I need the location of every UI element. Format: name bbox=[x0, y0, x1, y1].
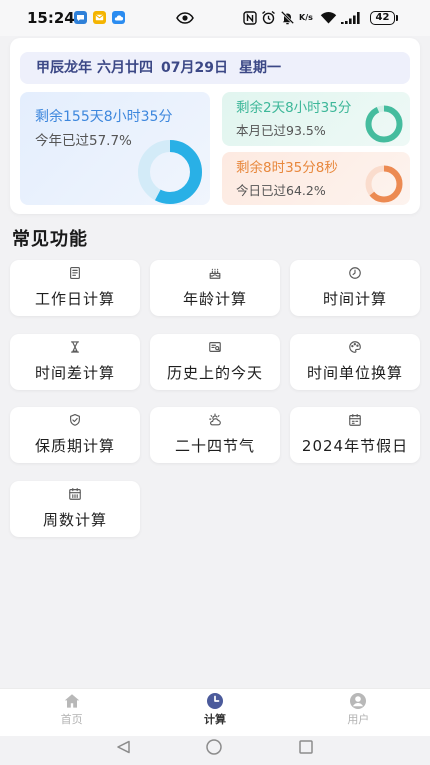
calendar-search-icon bbox=[209, 341, 221, 352]
function-label: 保质期计算 bbox=[34, 437, 115, 455]
wifi-icon bbox=[320, 12, 337, 24]
month-ring-arc bbox=[365, 105, 403, 143]
function-grid: 工作日计算 年龄计算 时间计算 时间差计算 历史上的今天 时间单位换算 保质期计… bbox=[10, 260, 420, 537]
day-progress-ring bbox=[365, 165, 403, 203]
signal-icon bbox=[341, 12, 360, 24]
lunar-year: 甲辰龙年 bbox=[36, 60, 92, 76]
lunar-date: 六月廿四 bbox=[97, 60, 153, 76]
function-label: 时间差计算 bbox=[34, 363, 115, 382]
function-label: 周数计算 bbox=[42, 510, 107, 529]
week-number-calc-button[interactable]: 周数计算 bbox=[10, 480, 140, 537]
battery-nub bbox=[396, 15, 398, 21]
document-icon bbox=[70, 267, 80, 279]
cloud-icon bbox=[112, 11, 125, 24]
nav-label: 用户 bbox=[347, 713, 370, 726]
eye-icon bbox=[176, 12, 194, 24]
year-progress-ring bbox=[138, 140, 202, 204]
palette-icon bbox=[349, 340, 361, 353]
nfc-icon bbox=[243, 11, 257, 25]
year-passed-text: 今年已过57.7% bbox=[35, 133, 132, 149]
home-icon bbox=[64, 694, 79, 708]
month-progress-ring bbox=[365, 105, 403, 143]
nav-item-user[interactable]: 用户 bbox=[287, 689, 430, 736]
nav-item-calculate[interactable]: 计算 bbox=[143, 689, 286, 736]
section-title: 常见功能 bbox=[12, 229, 88, 250]
network-speed: K/s bbox=[299, 13, 313, 22]
day-progress-box: 剩余8时35分8秒 今日已过64.2% bbox=[222, 152, 410, 205]
month-remaining-text: 剩余2天8小时35分 bbox=[236, 100, 352, 116]
mail-icon bbox=[93, 11, 106, 24]
shield-check-icon bbox=[70, 414, 80, 426]
function-label: 工作日计算 bbox=[34, 290, 115, 308]
cake-icon bbox=[209, 268, 221, 279]
clock-icon bbox=[206, 693, 223, 709]
month-passed-text: 本月已过93.5% bbox=[236, 123, 326, 138]
battery-level: 42 bbox=[375, 12, 390, 23]
date-banner: 甲辰龙年 六月廿四 07月29日 星期一 bbox=[20, 52, 410, 84]
function-label: 时间单位换算 bbox=[306, 363, 403, 382]
nav-item-home[interactable]: 首页 bbox=[0, 689, 143, 736]
back-icon[interactable] bbox=[114, 738, 132, 756]
function-label: 时间计算 bbox=[322, 290, 387, 308]
shelf-life-calc-button[interactable]: 保质期计算 bbox=[10, 407, 140, 463]
mute-icon bbox=[280, 10, 295, 25]
calendar-icon bbox=[349, 414, 361, 426]
year-progress-box: 剩余155天8小时35分 今年已过57.7% bbox=[20, 92, 210, 205]
bottom-nav: 首页 计算 用户 bbox=[0, 688, 430, 736]
weekday: 星期一 bbox=[238, 60, 281, 76]
nav-label: 计算 bbox=[203, 713, 226, 726]
holidays-2024-button[interactable]: 2024年节假日 bbox=[290, 407, 420, 463]
calendar-week-icon bbox=[69, 487, 81, 500]
function-label: 历史上的今天 bbox=[166, 363, 263, 382]
time-unit-convert-button[interactable]: 时间单位换算 bbox=[290, 333, 420, 390]
day-remaining-text: 剩余8时35分8秒 bbox=[236, 160, 338, 176]
status-time: 15:24 bbox=[27, 9, 75, 27]
time-calc-button[interactable]: 时间计算 bbox=[290, 260, 420, 316]
year-remaining-text: 剩余155天8小时35分 bbox=[35, 109, 173, 125]
day-passed-text: 今日已过64.2% bbox=[236, 183, 326, 198]
user-icon bbox=[350, 693, 367, 709]
time-progress-card: 甲辰龙年 六月廿四 07月29日 星期一 剩余155天8小时35分 今年已过57… bbox=[10, 38, 420, 214]
clock-icon bbox=[349, 267, 361, 279]
system-navigation-bar bbox=[0, 736, 430, 765]
weather-icon bbox=[209, 413, 221, 426]
time-diff-calc-button[interactable]: 时间差计算 bbox=[10, 333, 140, 390]
message-icon bbox=[74, 11, 87, 24]
function-label: 二十四节气 bbox=[174, 437, 255, 455]
age-calc-button[interactable]: 年龄计算 bbox=[150, 260, 280, 316]
workday-calc-button[interactable]: 工作日计算 bbox=[10, 260, 140, 316]
month-progress-box: 剩余2天8小时35分 本月已过93.5% bbox=[222, 92, 410, 146]
function-label: 2024年节假日 bbox=[301, 437, 409, 455]
solar-terms-button[interactable]: 二十四节气 bbox=[150, 407, 280, 463]
alarm-icon bbox=[262, 10, 275, 25]
status-bar: 15:24 K/s 42 bbox=[0, 0, 430, 36]
nav-label: 首页 bbox=[60, 713, 83, 726]
recents-icon[interactable] bbox=[297, 738, 315, 756]
function-label: 年龄计算 bbox=[182, 290, 247, 308]
home-circle-icon[interactable] bbox=[205, 738, 223, 756]
battery-icon: 42 bbox=[370, 11, 395, 25]
solar-date: 07月29日 bbox=[161, 60, 228, 76]
hourglass-icon bbox=[70, 340, 80, 353]
history-today-button[interactable]: 历史上的今天 bbox=[150, 333, 280, 390]
